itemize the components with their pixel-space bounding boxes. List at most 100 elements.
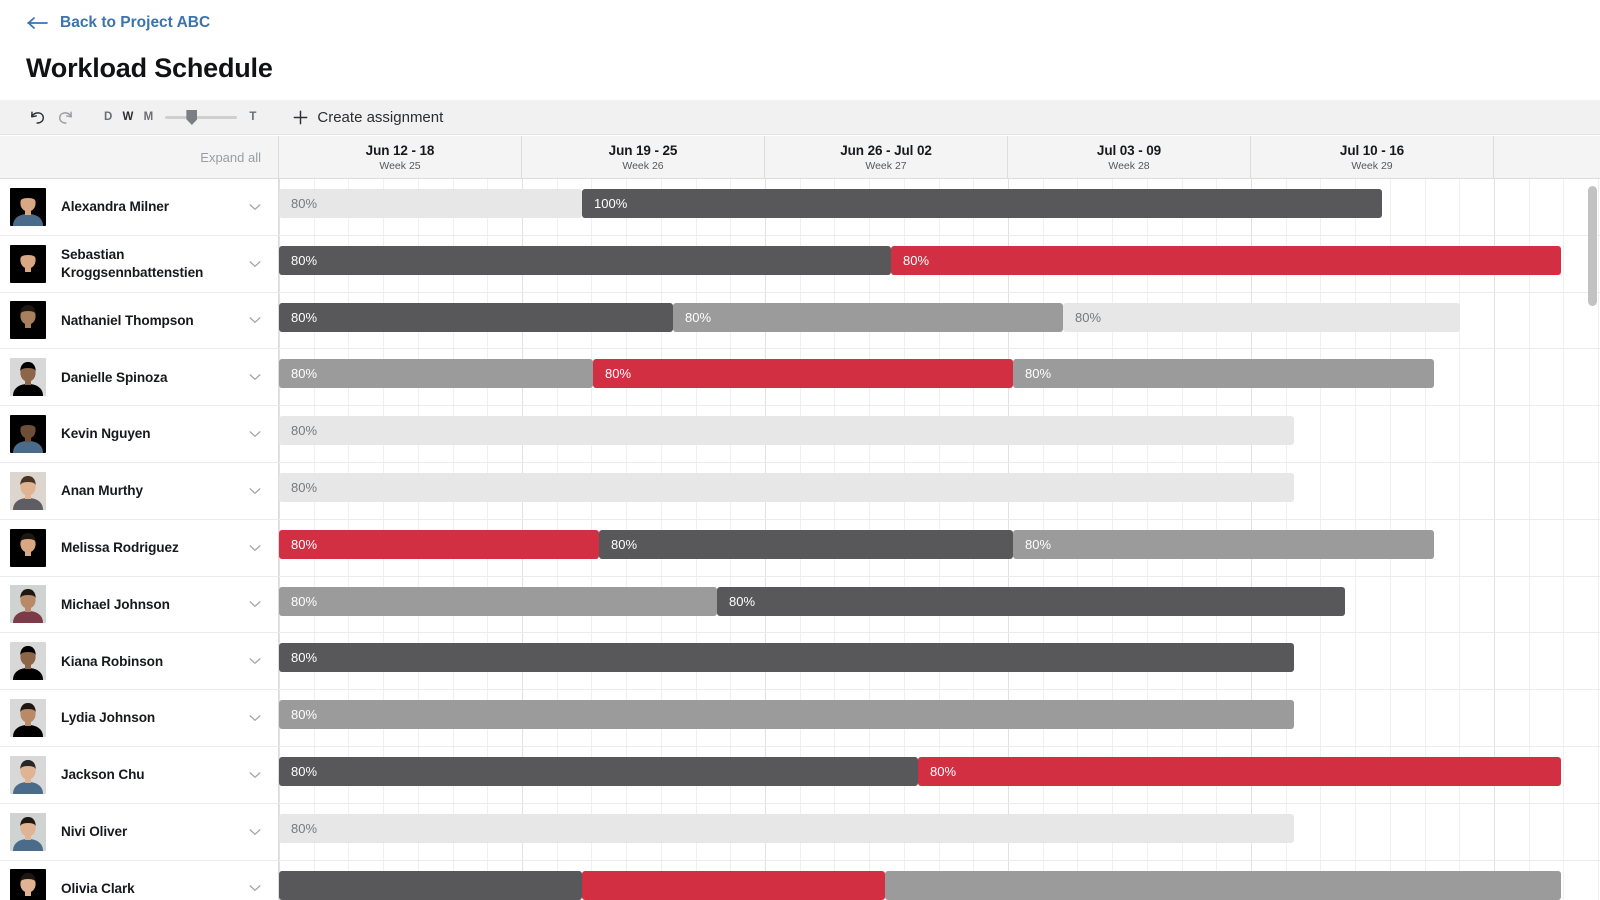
resource-cell[interactable]: Anan Murthy [0,462,279,519]
resource-cell[interactable]: Kevin Nguyen [0,406,279,462]
allocation-bar[interactable] [885,870,1561,900]
allocation-bar-label: 80% [729,593,756,609]
allocation-bar[interactable]: 80% [673,302,1063,332]
zoom-unit-month[interactable]: M [144,111,154,123]
week-column-header[interactable]: Jun 12 - 18 Week 25 [279,136,522,178]
timeline-track[interactable]: 80% 80% 80% [279,349,1600,406]
vertical-scrollbar[interactable] [1588,182,1597,900]
allocation-bar[interactable] [279,870,582,900]
timeline-body: Alexandra Milner 80% 100% Sebastian Kroggse… [0,179,1600,900]
timeline-track[interactable] [279,860,1600,900]
create-assignment-label: Create assignment [317,108,444,126]
chevron-down-icon[interactable] [242,364,268,390]
zoom-unit-week[interactable]: W [123,111,134,123]
week-column-header[interactable]: Jul 10 - 16 Week 29 [1251,136,1494,178]
allocation-bar[interactable]: 80% [891,245,1561,275]
resource-cell[interactable]: Sebastian Kroggsennbattenstien [0,235,279,292]
zoom-slider-handle[interactable] [186,110,198,125]
timeline-track[interactable]: 80% [279,462,1600,519]
redo-icon[interactable] [52,104,78,130]
resource-cell[interactable]: Jackson Chu [0,746,279,803]
allocation-bar[interactable]: 80% [279,813,1294,843]
resource-cell[interactable]: Nathaniel Thompson [0,292,279,349]
chevron-down-icon[interactable] [242,705,268,731]
allocation-bar-label: 80% [291,820,318,836]
week-column-header[interactable]: Jun 19 - 25 Week 26 [522,136,765,178]
chevron-down-icon[interactable] [242,875,268,900]
allocation-bar[interactable]: 80% [279,245,891,275]
allocation-bar[interactable]: 80% [1063,302,1460,332]
resource-cell[interactable]: Alexandra Milner [0,179,279,235]
allocation-bar-label: 80% [291,366,318,382]
chevron-down-icon[interactable] [242,648,268,674]
chevron-down-icon[interactable] [242,535,268,561]
week-column-header[interactable]: Jun 26 - Jul 02 Week 27 [765,136,1008,178]
chevron-down-icon[interactable] [242,478,268,504]
undo-icon[interactable] [24,104,50,130]
chevron-down-icon[interactable] [242,194,268,220]
resource-cell[interactable]: Michael Johnson [0,576,279,633]
allocation-bar-label: 80% [291,763,318,779]
chevron-down-icon[interactable] [242,762,268,788]
resource-name: Olivia Clark [61,880,135,896]
chevron-down-icon[interactable] [242,421,268,447]
resource-cell[interactable]: Danielle Spinoza [0,349,279,406]
resource-cell[interactable]: Nivi Oliver [0,803,279,860]
allocation-bar-label: 80% [291,707,318,723]
chevron-down-icon[interactable] [242,591,268,617]
allocation-bar[interactable]: 80% [593,359,1013,389]
allocation-bar-label: 80% [611,536,638,552]
allocation-bar[interactable]: 80% [717,586,1345,616]
allocation-bar[interactable]: 80% [279,416,1294,446]
allocation-bar[interactable] [582,870,885,900]
timeline-track[interactable]: 80% [279,633,1600,690]
expand-all-button[interactable]: Expand all [200,150,261,165]
allocation-bar[interactable]: 80% [279,643,1294,673]
timeline-track[interactable]: 80% 80% 80% [279,292,1600,349]
allocation-bar[interactable]: 80% [1013,359,1434,389]
timeline-track[interactable]: 80% 80% 80% [279,519,1600,576]
timeline-track[interactable]: 80% [279,690,1600,746]
back-to-project-link[interactable]: Back to Project ABC [27,14,210,32]
table-row: Melissa Rodriguez 80% 80% 80% [0,519,1600,577]
timeline-track[interactable]: 80% 100% [279,179,1600,235]
allocation-bar-label: 80% [291,196,318,211]
chevron-down-icon[interactable] [242,251,268,277]
allocation-bar[interactable]: 80% [279,472,1294,502]
vertical-scrollbar-thumb[interactable] [1588,186,1597,306]
chevron-down-icon[interactable] [242,307,268,333]
timeline-track[interactable]: 80% [279,803,1600,860]
resource-name: Anan Murthy [61,483,143,499]
resource-cell[interactable]: Lydia Johnson [0,690,279,746]
timeline-track[interactable]: 80% 80% [279,746,1600,803]
allocation-bar[interactable]: 80% [599,529,1013,559]
table-row: Sebastian Kroggsennbattenstien 80% 80% [0,235,1600,293]
allocation-bar[interactable]: 80% [279,529,599,559]
create-assignment-button[interactable]: Create assignment [293,109,443,126]
resource-cell[interactable]: Kiana Robinson [0,633,279,690]
allocation-bar-label: 80% [291,593,318,609]
zoom-unit-day[interactable]: D [104,111,113,123]
resource-cell[interactable]: Melissa Rodriguez [0,519,279,576]
allocation-bar[interactable]: 80% [918,756,1561,786]
allocation-bar[interactable]: 80% [1013,529,1434,559]
allocation-bar[interactable]: 100% [582,189,1382,218]
timeline-track[interactable]: 80% 80% [279,235,1600,292]
zoom-slider[interactable] [165,108,238,126]
week-number-label: Week 25 [379,159,421,172]
timeline-header: Expand all Jun 12 - 18 Week 25 Jun 19 - 25… [0,136,1600,179]
allocation-bar[interactable]: 80% [279,756,918,786]
chevron-down-icon[interactable] [242,819,268,845]
week-column-header[interactable]: Jul 03 - 09 Week 28 [1008,136,1251,178]
timeline-track[interactable]: 80% [279,406,1600,462]
resource-cell[interactable]: Olivia Clark [0,860,279,900]
table-row: Michael Johnson 80% 80% [0,576,1600,634]
allocation-bar[interactable]: 80% [279,586,717,616]
allocation-bar[interactable]: 80% [279,189,582,218]
allocation-bar[interactable]: 80% [279,359,593,389]
week-range-label: Jun 26 - Jul 02 [840,142,932,158]
allocation-bar[interactable]: 80% [279,700,1294,730]
timeline-track[interactable]: 80% 80% [279,576,1600,633]
today-button[interactable]: T [249,111,256,123]
allocation-bar[interactable]: 80% [279,302,673,332]
